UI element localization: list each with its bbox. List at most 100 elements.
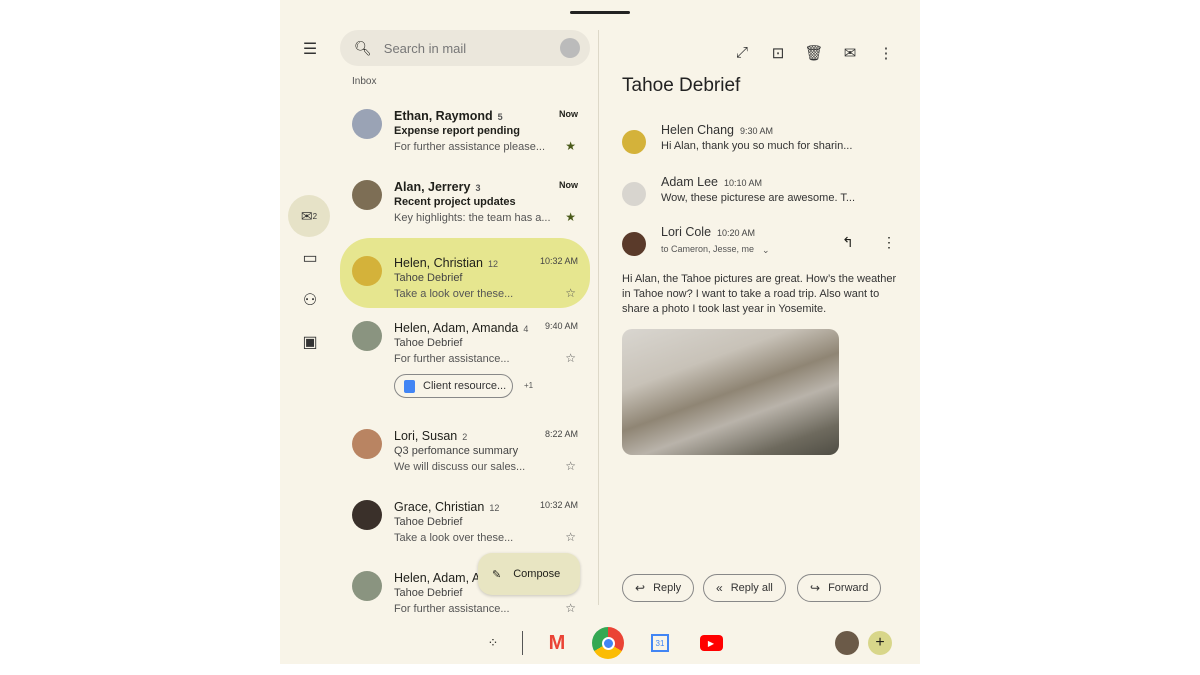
- sender-avatar: [352, 500, 382, 530]
- pane-divider[interactable]: [598, 30, 599, 605]
- youtube-app-icon[interactable]: ▶: [699, 628, 723, 658]
- message-time: 10:20 AM: [717, 228, 756, 238]
- reply-icon: ↩: [635, 581, 646, 595]
- mail-badge: 2: [312, 211, 318, 221]
- calendar-app-icon[interactable]: 31: [650, 628, 670, 658]
- user-avatar[interactable]: [835, 631, 859, 655]
- thread-time: 10:32 AM: [539, 500, 578, 510]
- attachment-more: +1: [524, 381, 534, 390]
- thread-row[interactable]: Ethan, Raymond 5 Now Expense report pendi…: [340, 105, 590, 165]
- thread-row[interactable]: Helen, Christian 12 10:32 AM Tahoe Debrie…: [340, 238, 590, 308]
- search-input[interactable]: Search in mail: [384, 41, 560, 56]
- thread-row[interactable]: Alan, Jerrery 3 Now Recent project update…: [340, 176, 590, 236]
- message-sender: Lori Cole 10:20 AM: [661, 225, 756, 239]
- star-icon[interactable]: ☆: [565, 601, 576, 615]
- message-more-icon[interactable]: ⋮: [882, 234, 896, 251]
- delete-icon[interactable]: 🗑︎: [804, 44, 824, 62]
- sender-avatar: [352, 109, 382, 139]
- thread-title: Tahoe Debrief: [622, 75, 741, 96]
- attachment-chip[interactable]: Client resource...: [394, 374, 513, 398]
- sender-avatar: [352, 256, 382, 286]
- message-snippet: Hi Alan, thank you so much for sharin...: [661, 140, 853, 152]
- thread-time: 8:22 AM: [544, 429, 578, 439]
- star-icon[interactable]: ★: [565, 139, 576, 153]
- thread-subject: Expense report pending: [394, 125, 520, 137]
- message-count: 3: [475, 183, 481, 193]
- meet-video-icon[interactable]: ▣: [297, 329, 323, 355]
- reply-icon[interactable]: ↰: [842, 234, 854, 251]
- spaces-icon[interactable]: ⚇: [297, 287, 323, 313]
- gmail-app-window: ☰ ✉ 2 ▭ ⚇ ▣ 🔍︎ Search in mail Inbox Ethan…: [280, 0, 920, 664]
- thread-time: Now: [559, 180, 578, 190]
- message-count: 2: [462, 432, 468, 442]
- sender-avatar: [622, 130, 646, 154]
- thread-row[interactable]: Helen, Adam, Amanda 4 9:40 AM Tahoe Debri…: [340, 317, 590, 377]
- thread-subject: Tahoe Debrief: [394, 587, 463, 599]
- chat-icon[interactable]: ▭: [297, 245, 323, 271]
- star-icon[interactable]: ☆: [565, 351, 576, 365]
- account-avatar[interactable]: [560, 38, 580, 58]
- reply-button[interactable]: ↩ Reply: [622, 574, 695, 602]
- mark-unread-icon[interactable]: ✉: [840, 44, 860, 62]
- folder-label: Inbox: [352, 76, 377, 87]
- message-count: 5: [497, 112, 503, 122]
- thread-time: 10:32 AM: [539, 256, 578, 266]
- add-icon[interactable]: +: [868, 631, 892, 655]
- thread-preview: Take a look over these...: [394, 532, 514, 544]
- menu-icon[interactable]: ☰: [297, 36, 323, 62]
- thread-preview: For further assistance...: [394, 603, 510, 615]
- star-icon[interactable]: ☆: [565, 530, 576, 544]
- thread-subject: Recent project updates: [394, 196, 516, 208]
- sender-avatar: [352, 321, 382, 351]
- thread-preview: For further assistance...: [394, 353, 510, 365]
- chrome-app-icon[interactable]: [592, 627, 624, 659]
- mail-icon: ✉: [300, 207, 313, 224]
- thread-subject: Tahoe Debrief: [394, 516, 463, 528]
- thread-subject: Tahoe Debrief: [394, 272, 463, 284]
- sender-avatar: [622, 232, 646, 256]
- yosemite-photo[interactable]: [622, 329, 839, 455]
- mail-nav-button[interactable]: ✉ 2: [288, 195, 330, 237]
- thread-row[interactable]: Lori, Susan 2 8:22 AM Q3 perfomance summa…: [340, 425, 590, 485]
- thread-preview: Take a look over these...: [394, 288, 514, 300]
- star-icon[interactable]: ☆: [565, 286, 576, 300]
- sender-avatar: [352, 180, 382, 210]
- drag-handle[interactable]: [570, 11, 630, 14]
- message-snippet: Wow, these picturese are awesome. T...: [661, 192, 856, 204]
- thread-row[interactable]: Grace, Christian 12 10:32 AM Tahoe Debrie…: [340, 496, 590, 556]
- message-sender: Adam Lee 10:10 AM: [661, 175, 763, 189]
- app-drawer-icon[interactable]: ⁘: [480, 628, 506, 658]
- archive-icon[interactable]: ⊡: [768, 44, 788, 62]
- reply-all-icon: «: [716, 581, 723, 595]
- thread-senders: Helen, Adam, Ar: [394, 571, 485, 585]
- taskbar-divider: [522, 631, 523, 655]
- gmail-app-icon[interactable]: M: [544, 628, 570, 658]
- thread-preview: We will discuss our sales...: [394, 461, 526, 473]
- search-bar[interactable]: 🔍︎ Search in mail: [340, 30, 590, 66]
- compose-button[interactable]: ✎ Compose: [478, 553, 580, 595]
- message-count: 12: [487, 259, 498, 269]
- star-icon[interactable]: ☆: [565, 459, 576, 473]
- sender-avatar: [352, 571, 382, 601]
- message-time: 10:10 AM: [723, 178, 763, 188]
- message-body: Hi Alan, the Tahoe pictures are great. H…: [622, 273, 897, 315]
- docs-icon: [404, 379, 415, 393]
- reply-all-button[interactable]: «Reply all: [703, 574, 786, 602]
- thread-subject: Q3 perfomance summary: [394, 445, 519, 457]
- sender-avatar: [352, 429, 382, 459]
- forward-icon: ↪: [810, 581, 821, 595]
- search-icon: 🔍︎: [354, 39, 372, 56]
- thread-senders: Grace, Christian 12: [394, 500, 500, 514]
- thread-senders: Ethan, Raymond 5: [394, 109, 503, 123]
- forward-button[interactable]: ↪ Forward: [797, 574, 882, 602]
- thread-senders: Alan, Jerrery 3: [394, 180, 481, 194]
- more-options-icon[interactable]: ⋮: [876, 44, 896, 62]
- recipients-chevron-icon[interactable]: ⌄: [762, 245, 770, 256]
- expand-icon[interactable]: ⤢: [732, 44, 752, 61]
- message-time: 9:30 AM: [739, 126, 773, 136]
- message-count: 12: [489, 503, 500, 513]
- thread-preview: Key highlights: the team has a...: [394, 212, 551, 224]
- thread-time: 9:40 AM: [544, 321, 578, 331]
- star-icon[interactable]: ★: [565, 210, 576, 224]
- thread-senders: Helen, Christian 12: [394, 256, 498, 270]
